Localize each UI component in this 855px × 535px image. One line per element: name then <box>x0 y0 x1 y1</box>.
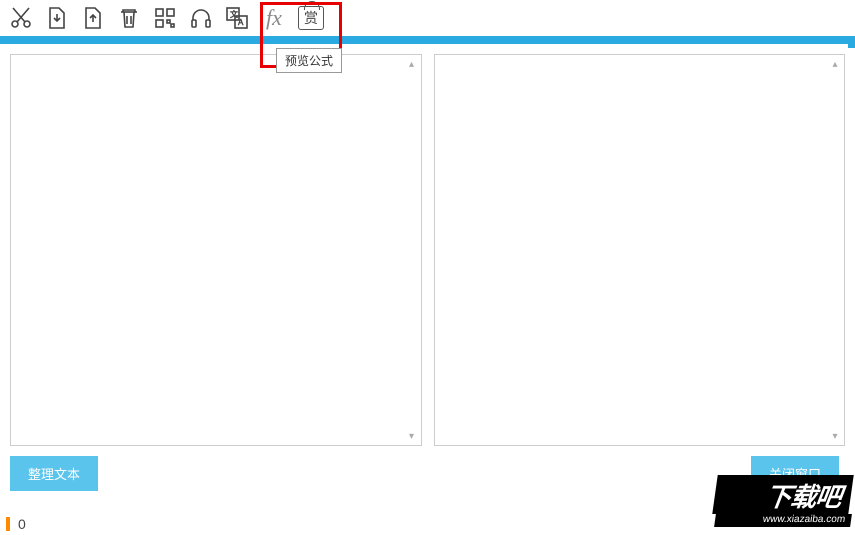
qr-icon[interactable] <box>152 5 178 31</box>
toolbar: 文 A fx 赏 <box>0 0 855 36</box>
watermark-url: www.xiazaiba.com <box>714 514 852 527</box>
reward-icon[interactable]: 赏 <box>298 6 324 30</box>
scroll-up-icon[interactable]: ▴ <box>405 57 419 71</box>
status-bar: 0 <box>0 513 26 535</box>
main-area: ▴ ▾ ▴ ▾ <box>0 44 855 450</box>
translate-icon[interactable]: 文 A <box>224 5 250 31</box>
scroll-up-icon[interactable]: ▴ <box>828 57 842 71</box>
svg-text:A: A <box>238 18 244 27</box>
left-textarea[interactable]: ▴ ▾ <box>10 54 422 446</box>
organize-text-button[interactable]: 整理文本 <box>10 456 98 491</box>
tooltip: 预览公式 <box>276 48 342 73</box>
right-textarea[interactable]: ▴ ▾ <box>434 54 846 446</box>
status-count: 0 <box>18 516 26 532</box>
close-window-button[interactable]: 关闭窗口 <box>751 456 839 491</box>
scroll-down-icon[interactable]: ▾ <box>405 429 419 443</box>
divider-bar <box>0 36 855 44</box>
delete-icon[interactable] <box>116 5 142 31</box>
scroll-down-icon[interactable]: ▾ <box>828 429 842 443</box>
status-marker <box>6 517 10 531</box>
divider-edge <box>848 36 855 48</box>
headphones-icon[interactable] <box>188 5 214 31</box>
svg-text:文: 文 <box>230 9 238 19</box>
import-icon[interactable] <box>44 5 70 31</box>
cut-icon[interactable] <box>8 5 34 31</box>
export-icon[interactable] <box>80 5 106 31</box>
formula-icon[interactable]: fx <box>260 5 288 31</box>
